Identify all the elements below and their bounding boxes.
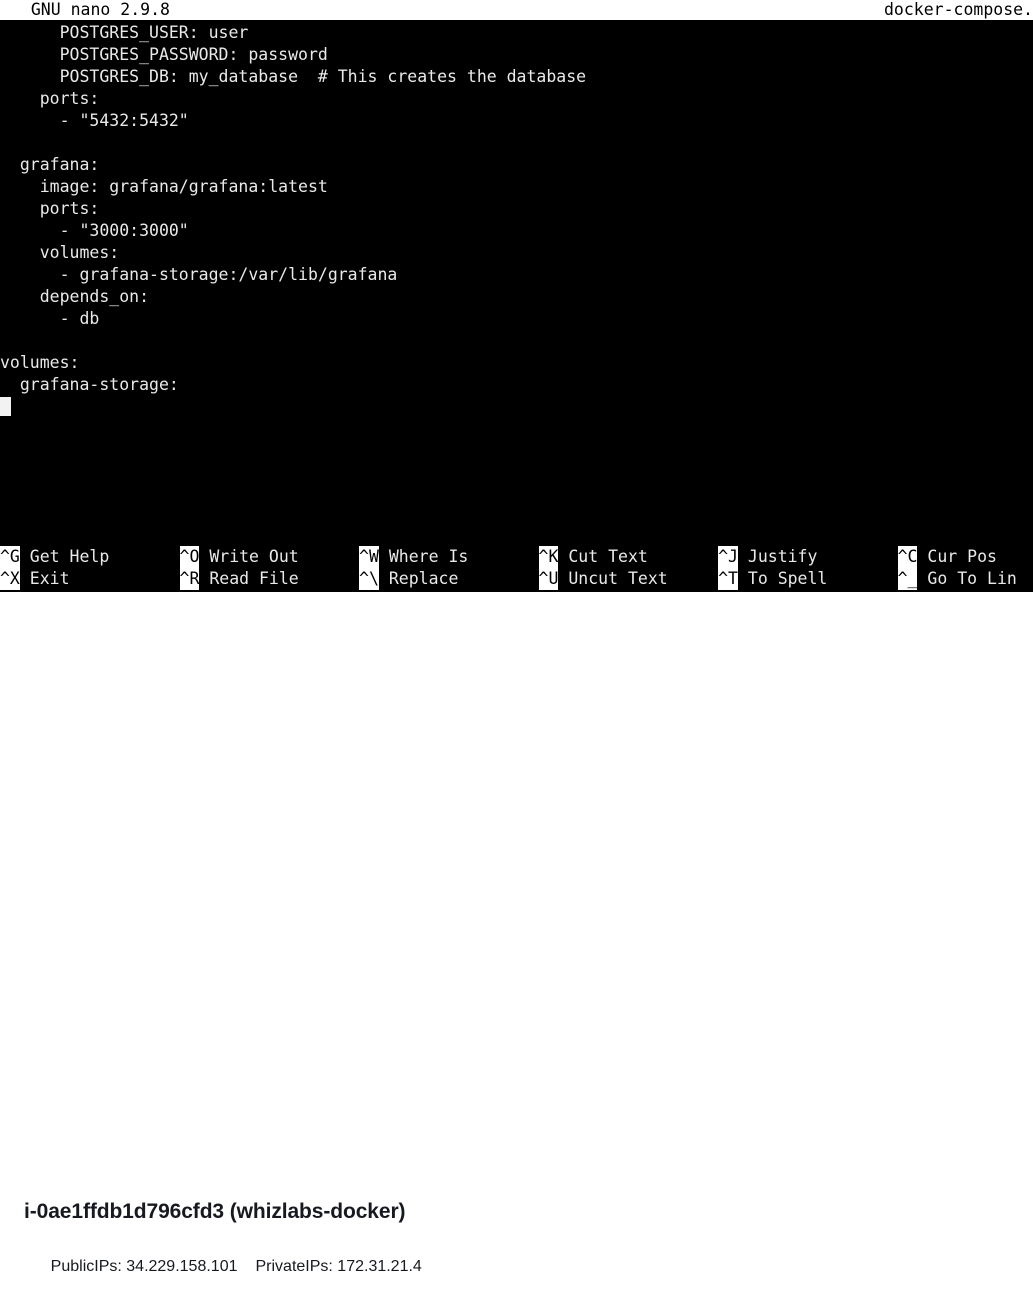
- shortcut-item[interactable]: ^C Cur Pos: [897, 546, 997, 568]
- shortcut-label: Justify: [737, 547, 818, 566]
- editor-line: depends_on:: [0, 287, 150, 306]
- shortcut-key: ^X: [0, 568, 20, 590]
- shortcut-key: ^W: [359, 546, 379, 568]
- shortcut-label: Uncut Text: [558, 569, 668, 588]
- editor-line: POSTGRES_PASSWORD: password: [0, 45, 328, 64]
- editor-line: volumes:: [0, 243, 120, 262]
- shortcut-item[interactable]: ^_ Go To Lin: [897, 568, 1017, 590]
- public-ips-label: PublicIPs:: [50, 1258, 122, 1275]
- shortcut-key: ^R: [179, 568, 200, 590]
- shortcut-item[interactable]: ^T To Spell: [718, 568, 827, 590]
- shortcut-label: Where Is: [378, 547, 469, 566]
- nano-filename-label: docker-compose.: [883, 0, 1033, 19]
- shortcut-label: Go To Lin: [917, 569, 1017, 588]
- editor-line: - grafana-storage:/var/lib/grafana: [0, 265, 398, 284]
- shortcut-label: Write Out: [199, 547, 299, 566]
- shortcut-label: Exit: [19, 569, 70, 588]
- shortcut-label: To Spell: [737, 569, 828, 588]
- editor-line: - "5432:5432": [0, 111, 189, 130]
- instance-id-title: i-0ae1ffdb1d796cfd3 (whizlabs-docker): [24, 1200, 406, 1223]
- shortcut-label: Replace: [378, 569, 459, 588]
- shortcut-key: ^G: [0, 546, 20, 568]
- shortcut-key: ^C: [897, 546, 918, 568]
- editor-line: grafana-storage:: [0, 375, 179, 394]
- editor-line: volumes:: [0, 353, 80, 372]
- shortcut-key: ^U: [538, 568, 559, 590]
- shortcut-label: Get Help: [19, 547, 110, 566]
- shortcut-label: Cut Text: [558, 547, 648, 566]
- shortcut-item[interactable]: ^O Write Out: [179, 546, 299, 568]
- editor-line: POSTGRES_USER: user: [0, 23, 249, 42]
- shortcut-key: ^_: [897, 568, 918, 590]
- nano-shortcut-bar: ^G Get Help ^X Exit ^O Write Out ^R Read Fi…: [0, 546, 1033, 592]
- terminal-window[interactable]: GNU nano 2.9.8 docker-compose. POSTGRES_…: [0, 0, 1033, 592]
- shortcut-item[interactable]: ^R Read File: [179, 568, 299, 590]
- shortcut-item[interactable]: ^\ Replace: [359, 568, 458, 590]
- editor-line: - db: [0, 309, 100, 328]
- nano-version-label: GNU nano 2.9.8: [11, 0, 170, 19]
- shortcut-item[interactable]: ^U Uncut Text: [538, 568, 668, 590]
- editor-line: POSTGRES_DB: my_database # This creates …: [0, 67, 587, 86]
- private-ips-label: PrivateIPs:: [255, 1258, 333, 1275]
- shortcut-item[interactable]: ^G Get Help: [0, 546, 109, 568]
- public-ips-value: 34.229.158.101: [126, 1258, 238, 1275]
- shortcut-item[interactable]: ^K Cut Text: [538, 546, 648, 568]
- shortcut-key: ^J: [718, 546, 738, 568]
- nano-title-bar: GNU nano 2.9.8 docker-compose.: [0, 0, 1033, 20]
- nano-editor-screen: GNU nano 2.9.8 docker-compose. POSTGRES_…: [0, 0, 1033, 1275]
- shortcut-label: Cur Pos: [917, 547, 997, 566]
- editor-line: image: grafana/grafana:latest: [0, 177, 328, 196]
- shortcut-item[interactable]: ^J Justify: [718, 546, 817, 568]
- editor-line: - "3000:3000": [0, 221, 189, 240]
- editor-line: grafana:: [0, 155, 100, 174]
- text-cursor: [0, 397, 11, 416]
- editor-text-area[interactable]: POSTGRES_USER: user POSTGRES_PASSWORD: p…: [0, 22, 1033, 522]
- shortcut-key: ^K: [538, 546, 559, 568]
- shortcut-label: Read File: [199, 569, 299, 588]
- instance-status-bar: i-0ae1ffdb1d796cfd3 (whizlabs-docker) Pu…: [0, 592, 1033, 1275]
- shortcut-key: ^T: [718, 568, 738, 590]
- editor-line: ports:: [0, 199, 100, 218]
- shortcut-item[interactable]: ^W Where Is: [359, 546, 468, 568]
- instance-ip-line: PublicIPs: 34.229.158.101 PrivateIPs: 172…: [24, 1240, 422, 1294]
- shortcut-key: ^O: [179, 546, 200, 568]
- shortcut-key: ^\: [359, 568, 379, 590]
- private-ips-value: 172.31.21.4: [337, 1258, 422, 1275]
- shortcut-item[interactable]: ^X Exit: [0, 568, 70, 590]
- editor-line: ports:: [0, 89, 100, 108]
